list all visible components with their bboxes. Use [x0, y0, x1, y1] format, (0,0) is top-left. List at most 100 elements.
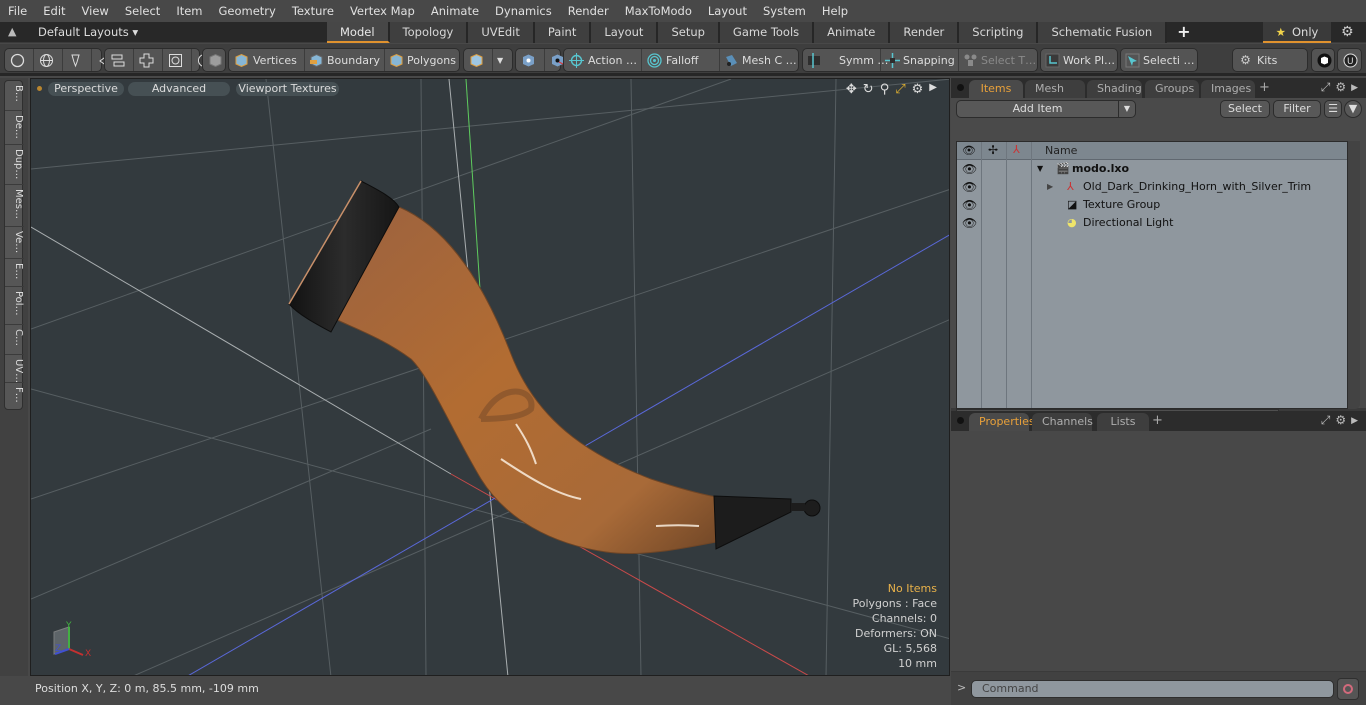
rotate-icon[interactable]: ↻ — [863, 82, 874, 97]
left-tab-polygon[interactable]: Pol… — [5, 287, 24, 325]
left-tab-mesh-edit[interactable]: Mes… — [5, 185, 24, 227]
unwrap-button[interactable] — [134, 49, 163, 71]
target-square-button[interactable] — [163, 49, 192, 71]
command-input[interactable]: Command — [971, 680, 1334, 698]
left-tab-vertex[interactable]: Ve… — [5, 227, 24, 259]
visibility-eye-icon[interactable]: 👁 — [962, 178, 977, 196]
select-button[interactable]: Select — [1220, 100, 1270, 118]
panel-gear-icon[interactable]: ⚙ — [1335, 80, 1346, 96]
tab-properties[interactable]: Properties — [969, 413, 1035, 431]
select-through-button[interactable]: Select T… — [959, 49, 1037, 71]
menu-render[interactable]: Render — [560, 0, 617, 22]
add-item-dropdown[interactable]: ▼ — [1118, 100, 1136, 118]
mesh-constraint-button[interactable]: Mesh C … — [720, 49, 797, 71]
record-macro-button[interactable] — [1337, 678, 1359, 700]
3d-viewport[interactable]: Y X Z Perspective Advanced Viewport Text… — [30, 78, 950, 676]
menu-geometry[interactable]: Geometry — [211, 0, 284, 22]
tab-scripting[interactable]: Scripting — [959, 22, 1039, 43]
panel-arrow-icon[interactable]: ▶ — [1351, 80, 1358, 96]
tree-row-mesh[interactable]: 👁 ▶ ⅄ Old_Dark_Drinking_Horn_with_Silver… — [957, 178, 1347, 196]
tab-mesh-ops[interactable]: Mesh Ops — [1025, 80, 1085, 113]
menu-texture[interactable]: Texture — [284, 0, 342, 22]
gear-icon[interactable]: ⚙ — [1341, 24, 1354, 40]
viewport-more-arrow-icon[interactable]: ▶ — [929, 82, 937, 97]
menu-vertex-map[interactable]: Vertex Map — [342, 0, 423, 22]
menu-edit[interactable]: Edit — [35, 0, 73, 22]
tab-layout[interactable]: Layout — [591, 22, 659, 43]
tab-setup[interactable]: Setup — [658, 22, 720, 43]
only-toggle[interactable]: ★ Only — [1263, 22, 1331, 43]
mode-dropdown[interactable]: ▼ — [493, 49, 507, 71]
perspective-button[interactable]: Perspective — [48, 82, 124, 96]
menu-file[interactable]: File — [0, 0, 35, 22]
panel-gear-icon[interactable]: ⚙ — [1335, 413, 1346, 429]
tab-uvedit[interactable]: UVEdit — [468, 22, 535, 43]
boundary-button[interactable]: Boundary — [305, 49, 385, 71]
expand-icon[interactable]: ⤢ — [1321, 413, 1331, 429]
maximize-icon[interactable]: ⤢ — [895, 82, 905, 97]
default-layouts-dropdown[interactable]: Default Layouts ▾ — [38, 25, 138, 39]
filter-button[interactable]: Filter — [1273, 100, 1321, 118]
workplane-button[interactable]: Work Pl… — [1041, 49, 1117, 71]
globe-button[interactable] — [34, 49, 63, 71]
menu-view[interactable]: View — [74, 0, 117, 22]
tab-animate[interactable]: Animate — [814, 22, 891, 43]
pen-button[interactable] — [63, 49, 92, 71]
tab-items[interactable]: Items — [969, 80, 1023, 98]
visibility-eye-icon[interactable]: 👁 — [962, 196, 977, 214]
menu-system[interactable]: System — [755, 0, 814, 22]
symmetry-button[interactable]: Symm … — [803, 49, 888, 71]
tab-shading[interactable]: Shading — [1087, 80, 1142, 98]
menu-dynamics[interactable]: Dynamics — [487, 0, 560, 22]
left-tab-uv[interactable]: UV… — [5, 355, 24, 383]
material-mode-button[interactable] — [464, 49, 493, 71]
left-tab-fusion[interactable]: F… — [5, 383, 24, 411]
menu-item[interactable]: Item — [168, 0, 210, 22]
unreal-button[interactable]: U — [1338, 49, 1366, 71]
polygons-button[interactable]: Polygons — [385, 49, 459, 71]
snapping-button[interactable]: Snapping — [881, 49, 959, 71]
tab-lists[interactable]: Lists — [1097, 413, 1149, 431]
tab-topology[interactable]: Topology — [389, 22, 469, 43]
left-tab-deform[interactable]: De… — [5, 111, 24, 145]
add-item-button[interactable]: Add Item — [956, 100, 1119, 118]
tab-channels[interactable]: Channels — [1032, 413, 1093, 431]
tree-row-light[interactable]: 👁 ◕ Directional Light — [957, 214, 1347, 232]
left-tab-edge[interactable]: E… — [5, 259, 24, 287]
collapse-up-icon[interactable]: ▲ — [8, 25, 16, 38]
vertices-button[interactable]: Vertices — [229, 49, 305, 71]
add-tab-button[interactable]: + — [1167, 22, 1200, 43]
items-mode-button[interactable] — [203, 49, 231, 71]
tree-row-texture-group[interactable]: 👁 ◪ Texture Group — [957, 196, 1347, 214]
kits-button[interactable]: ⚙ Kits — [1233, 49, 1307, 71]
menu-select[interactable]: Select — [117, 0, 168, 22]
tab-images[interactable]: Images — [1201, 80, 1255, 98]
list-options-button[interactable]: ☰ — [1324, 100, 1342, 118]
tree-vertical-scrollbar[interactable] — [1348, 141, 1360, 409]
pan-move-icon[interactable]: ✥ — [846, 82, 857, 97]
menu-help[interactable]: Help — [814, 0, 856, 22]
zoom-magnifier-icon[interactable]: ⚲ — [880, 82, 890, 97]
expand-arrow-icon[interactable]: ▶ — [1047, 178, 1053, 196]
add-panel-tab-button[interactable]: + — [1259, 80, 1270, 95]
tab-render[interactable]: Render — [890, 22, 960, 43]
filter-funnel-button[interactable]: ▼ — [1344, 100, 1362, 118]
circle-select-button[interactable] — [5, 49, 34, 71]
tab-groups[interactable]: Groups — [1145, 80, 1199, 98]
tab-game-tools[interactable]: Game Tools — [719, 22, 815, 43]
tab-paint[interactable]: Paint — [534, 22, 592, 43]
unity-button[interactable] — [1312, 49, 1340, 71]
action-center-button[interactable]: Action … — [564, 49, 642, 71]
tab-schematic-fusion[interactable]: Schematic Fusion — [1038, 22, 1168, 43]
viewport-gear-icon[interactable]: ⚙ — [912, 82, 924, 97]
panel-arrow-icon[interactable]: ▶ — [1351, 413, 1358, 429]
align-button[interactable] — [105, 49, 134, 71]
advanced-shading-button[interactable]: Advanced — [128, 82, 230, 96]
add-properties-tab-button[interactable]: + — [1152, 413, 1163, 428]
menu-maxtomodo[interactable]: MaxToModo — [617, 0, 700, 22]
falloff-button[interactable]: Falloff — [642, 49, 720, 71]
visibility-eye-icon[interactable]: 👁 — [962, 160, 977, 178]
selection-sets-button[interactable]: Selecti … — [1121, 49, 1197, 71]
expand-icon[interactable]: ⤢ — [1321, 80, 1331, 96]
viewport-textures-button[interactable]: Viewport Textures — [236, 82, 339, 96]
